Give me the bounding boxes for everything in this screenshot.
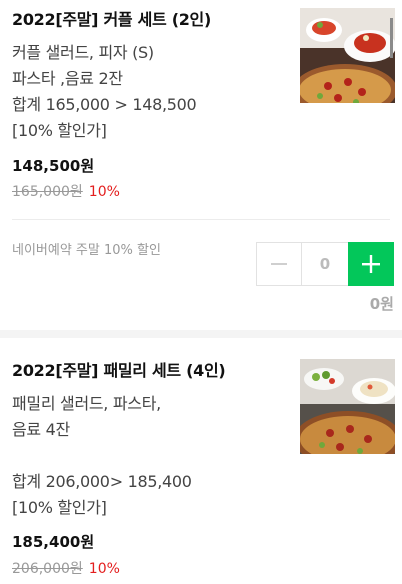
increase-button[interactable] [348, 242, 394, 286]
product-desc-line: [10% 할인가] [12, 121, 107, 140]
plus-icon [362, 255, 380, 273]
minus-icon [271, 263, 287, 265]
product-image[interactable] [300, 359, 395, 454]
discount-rate: 10% [88, 561, 120, 577]
product-desc-line: [10% 할인가] [12, 498, 107, 517]
decrease-button[interactable] [256, 242, 302, 286]
sale-price: 185,400원 [12, 533, 95, 551]
product-title: 2022[주말] 커플 세트 (2인) [12, 10, 211, 29]
original-price: 206,000원 [12, 561, 83, 577]
product-card-couple: 2022[주말] 커플 세트 (2인) 커플 샐러드, 피자 (S) 파스타 ,… [0, 0, 402, 338]
discount-rate: 10% [88, 184, 120, 200]
divider [12, 219, 390, 220]
sale-price: 148,500원 [12, 157, 95, 175]
product-desc-line: 음료 4잔 [12, 420, 70, 439]
price-compare-row: 206,000원 10% [12, 558, 120, 578]
quantity-stepper[interactable]: 0 [256, 242, 394, 286]
original-price: 165,000원 [12, 184, 83, 200]
quantity-value[interactable]: 0 [302, 242, 348, 286]
product-desc-line: 커플 샐러드, 피자 (S) [12, 43, 154, 62]
food-photo-icon [300, 359, 395, 454]
product-card-family: 2022[주말] 패밀리 세트 (4인) 패밀리 샐러드, 파스타, 음료 4잔… [0, 338, 402, 584]
price-compare-row: 165,000원 10% [12, 181, 120, 201]
product-desc-line: 패밀리 샐러드, 파스타, [12, 394, 161, 413]
product-desc-line: 파스타 ,음료 2잔 [12, 69, 123, 88]
food-photo-icon [300, 8, 395, 103]
product-desc-line: 합계 165,000 > 148,500 [12, 95, 197, 114]
product-desc-line: 합계 206,000> 185,400 [12, 472, 192, 491]
product-title: 2022[주말] 패밀리 세트 (4인) [12, 361, 226, 380]
line-total: 0원 [369, 295, 394, 313]
product-image[interactable] [300, 8, 395, 103]
naver-booking-discount-note: 네이버예약 주말 10% 할인 [12, 243, 161, 258]
